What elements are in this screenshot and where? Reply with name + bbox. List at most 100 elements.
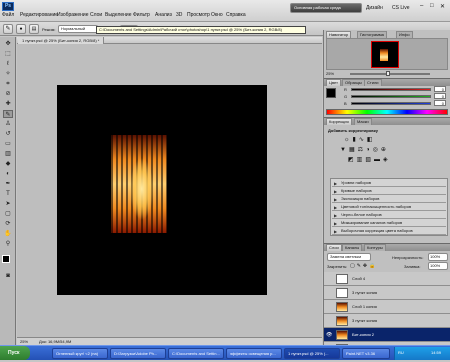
threshold-icon[interactable]: ▧ [365,157,374,163]
brush-panel-icon[interactable]: ▤ [29,24,39,34]
tab-info[interactable]: Инфо [396,31,413,38]
clone-stamp-tool-icon[interactable]: ♙ [3,120,13,128]
brush-tool-icon[interactable]: ✎ [3,110,13,118]
menu-3d[interactable]: 3D [176,12,182,18]
layer-row[interactable]: 3 пункт копия [324,314,450,328]
blur-tool-icon[interactable]: ◆ [3,160,13,168]
blend-mode-select[interactable]: Замена светлым [327,253,371,261]
navigator-zoom-thumb[interactable] [386,71,390,76]
foreground-color-swatch[interactable] [2,255,10,263]
type-tool-icon[interactable]: T [3,190,13,198]
tab-histogram[interactable]: Гистограмма [357,31,387,38]
navigator-zoom-value[interactable]: 25% [326,71,334,76]
menu-analysis[interactable]: Анализ [155,12,172,18]
layer-row[interactable]: 3 пункт копия [324,286,450,300]
hand-tool-icon[interactable]: ✋ [3,230,13,238]
layer-name[interactable]: 3 пункт копия [352,318,377,323]
channel-value-g[interactable]: 0 [434,93,446,99]
channel-slider-g[interactable] [351,95,431,98]
menu-select[interactable]: Выделение [105,12,132,18]
document-tab[interactable]: 1 пункт.psd @ 25% (Бит-копия 2, RGB/8) * [18,37,105,44]
move-tool-icon[interactable]: ✥ [3,40,13,48]
channel-slider-b[interactable] [351,102,431,105]
tab-channels[interactable]: Каналы [342,244,363,251]
magic-wand-tool-icon[interactable]: ✧ [3,70,13,78]
mode-select[interactable]: Нормальный [58,25,98,33]
gradient-tool-icon[interactable]: ▥ [3,150,13,158]
history-brush-tool-icon[interactable]: ↺ [3,130,13,138]
menu-window[interactable]: Окно [211,12,223,18]
shape-tool-icon[interactable]: ▢ [3,210,13,218]
preset-selective-color[interactable]: Выборочная коррекция цвета наборов [332,228,446,235]
maximize-icon[interactable]: □ [430,3,434,9]
pen-tool-icon[interactable]: ✒ [3,180,13,188]
menu-filter[interactable]: Фильтр [133,12,150,18]
vibrance-icon[interactable]: ▼ [340,147,349,153]
menu-view[interactable]: Просмотр [187,12,210,18]
curves-icon[interactable]: ∿ [359,137,367,143]
menu-file[interactable]: Файл [2,12,14,18]
dodge-tool-icon[interactable]: ◐ [3,170,13,178]
marquee-tool-icon[interactable]: ⬚ [3,50,13,58]
layer-row[interactable]: Слой 1 копия [324,300,450,314]
exposure-icon[interactable]: ◧ [367,137,376,143]
preset-levels[interactable]: Уровни наборов [332,180,446,187]
taskbar-item-active[interactable]: 1 пункт.psd @ 25% (... [284,348,340,359]
color-spectrum-bar[interactable] [326,109,448,115]
tab-color[interactable]: Цвет [326,79,341,86]
gradient-map-icon[interactable]: ▬ [374,157,383,163]
language-indicator[interactable]: RU [398,350,404,355]
menu-edit[interactable]: Редактирование [20,12,58,18]
lasso-tool-icon[interactable]: ℓ [3,60,13,68]
tab-adjustments[interactable]: Коррекция [326,118,352,125]
channel-value-b[interactable]: 0 [434,100,446,106]
brush-size-icon[interactable]: ● [16,24,26,34]
channel-mixer-icon[interactable]: ⊕ [381,147,389,153]
tab-swatches[interactable]: Образцы [342,79,365,86]
hue-saturation-icon[interactable]: ▦ [349,147,358,153]
fill-field[interactable]: 100% [428,262,448,270]
channel-value-r[interactable]: 0 [434,86,446,92]
3d-rotate-tool-icon[interactable]: ⟳ [3,220,13,228]
layer-visibility-icon[interactable] [326,276,333,282]
layer-name[interactable]: Бит-копия 2 [352,332,374,337]
layer-visibility-icon[interactable] [326,304,333,310]
canvas[interactable] [57,85,267,295]
brightness-icon[interactable]: ☼ [344,137,353,143]
taskbar-item[interactable]: Огненный круг! <2 (на) [52,348,108,359]
layer-opacity-field[interactable]: 100% [428,253,448,261]
quick-mask-icon[interactable]: ◙ [3,272,13,280]
navigator-zoom-slider[interactable] [350,73,430,75]
design-workspace-link[interactable]: Дизайн [366,5,383,11]
crop-tool-icon[interactable]: ⌗ [3,80,13,88]
lock-icons[interactable]: ▢✎✥🔒 [350,263,377,269]
preset-hue-saturation[interactable]: Цветовой тон/насыщенность наборов [332,204,446,211]
channel-slider-r[interactable] [351,88,431,91]
tab-navigator[interactable]: Навигатор [326,31,352,38]
eyedropper-tool-icon[interactable]: ⊘ [3,90,13,98]
healing-brush-tool-icon[interactable]: ✚ [3,100,13,108]
menu-image[interactable]: Изображение [57,12,89,18]
invert-icon[interactable]: ◩ [348,157,357,163]
zoom-readout[interactable]: 25% [20,339,28,344]
workspace-button[interactable]: Основная рабочая среда [290,3,362,13]
layer-name[interactable]: 3 пункт копия [352,290,377,295]
tab-masks[interactable]: Маски [354,118,372,125]
layer-name[interactable]: Слой 4 [352,276,365,281]
black-white-icon[interactable]: ◑ [366,147,373,153]
taskbar-item[interactable]: D:\Загрузки\Adobe Ph... [110,348,166,359]
tab-layers[interactable]: Слои [326,244,342,251]
layer-visibility-icon[interactable] [326,290,333,296]
path-selection-tool-icon[interactable]: ➤ [3,200,13,208]
cs-live-label[interactable]: CS Live [392,5,410,11]
preset-channel-mixer[interactable]: Микширование каналов наборов [332,220,446,227]
color-foreground-swatch[interactable] [326,88,336,98]
color-balance-icon[interactable]: ⚖ [358,147,366,153]
selective-color-icon[interactable]: ◈ [383,157,391,163]
eraser-tool-icon[interactable]: ▭ [3,140,13,148]
layer-row[interactable]: Слой 4 [324,272,450,286]
preset-curves[interactable]: Кривые наборов [332,188,446,195]
zoom-tool-icon[interactable]: ⚲ [3,240,13,248]
layer-visibility-icon[interactable]: 👁 [326,332,333,338]
menu-layers[interactable]: Слои [90,12,102,18]
